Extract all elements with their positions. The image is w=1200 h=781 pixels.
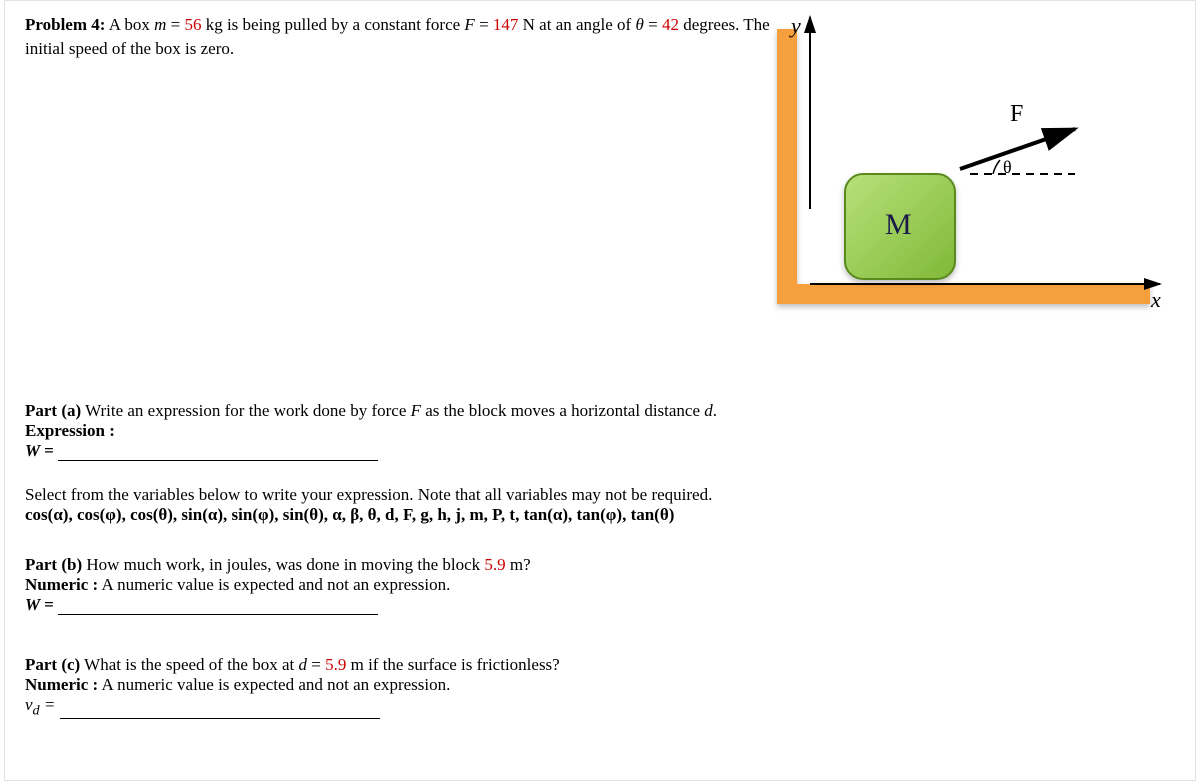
mass-value: 56 xyxy=(184,15,201,34)
numeric-label-c: Numeric : xyxy=(25,675,98,694)
part-a-label: Part (a) xyxy=(25,401,81,420)
angle-var: θ xyxy=(635,15,643,34)
w-label-b: W = xyxy=(25,595,54,614)
answer-blank-c[interactable] xyxy=(60,702,380,719)
angle-value: 42 xyxy=(662,15,679,34)
x-axis-label: x xyxy=(1150,287,1161,312)
numeric-label-b: Numeric : xyxy=(25,575,98,594)
force-value: 147 xyxy=(493,15,519,34)
y-axis-label: y xyxy=(789,13,801,38)
answer-blank-b[interactable] xyxy=(58,598,378,615)
text: A box xyxy=(109,15,154,34)
variables-list: cos(α), cos(φ), cos(θ), sin(α), sin(φ), … xyxy=(25,505,1175,525)
select-variables-intro: Select from the variables below to write… xyxy=(25,485,1175,505)
force-label: F xyxy=(1010,101,1023,127)
expression-label: Expression : xyxy=(25,421,115,440)
theta-label: θ xyxy=(1003,157,1012,177)
mass-var: m xyxy=(154,15,166,34)
answer-blank-a[interactable] xyxy=(58,444,378,461)
part-c-label: Part (c) xyxy=(25,655,80,674)
problem-statement: Problem 4: A box m = 56 kg is being pull… xyxy=(25,13,775,61)
vd-label: vd = xyxy=(25,695,55,714)
part-b-label: Part (b) xyxy=(25,555,82,574)
force-var: F xyxy=(464,15,474,34)
physics-diagram: y x M F θ xyxy=(755,9,1165,339)
page-frame: Problem 4: A box m = 56 kg is being pull… xyxy=(4,0,1196,781)
part-b: Part (b) How much work, in joules, was d… xyxy=(25,555,1175,615)
w-label-a: W = xyxy=(25,441,54,460)
part-c-distance: 5.9 xyxy=(325,655,346,674)
part-a: Part (a) Write an expression for the wor… xyxy=(25,401,1175,525)
part-c: Part (c) What is the speed of the box at… xyxy=(25,655,1175,719)
box-label: M xyxy=(885,208,912,241)
part-b-distance: 5.9 xyxy=(484,555,505,574)
problem-label: Problem 4: xyxy=(25,15,105,34)
